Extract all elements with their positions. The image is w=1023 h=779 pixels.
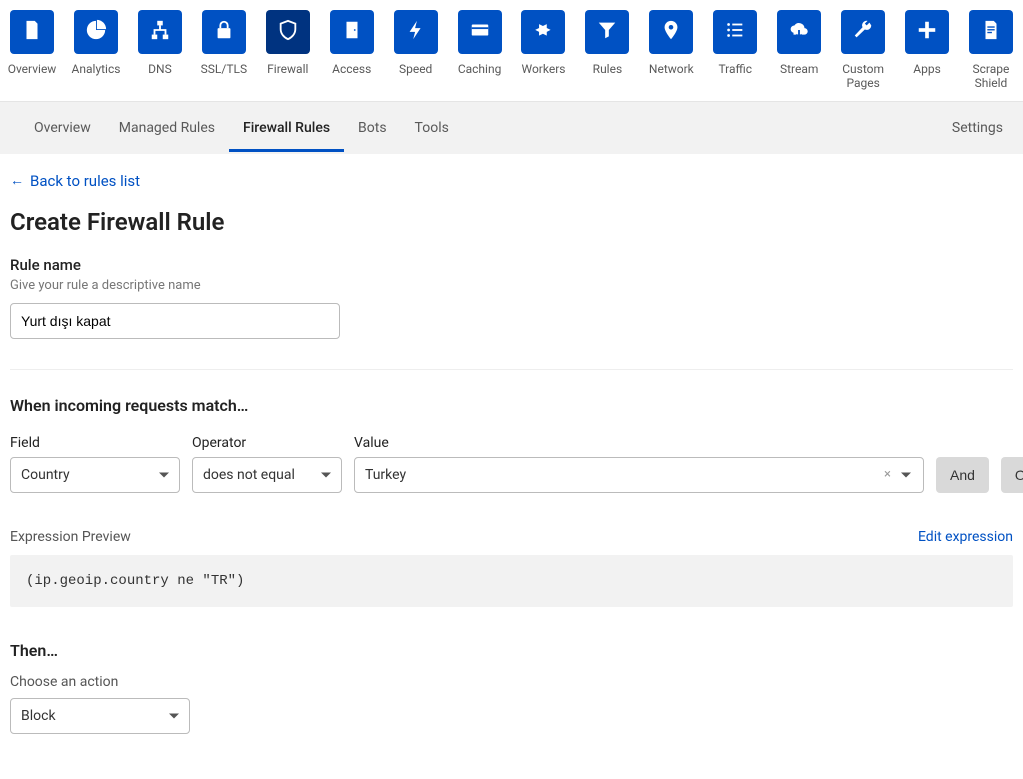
nav-scrape-shield-label: ScrapeShield (973, 62, 1010, 101)
nav-scrape-shield[interactable]: ScrapeShield (967, 10, 1015, 101)
lock-icon (213, 19, 235, 45)
nav-access[interactable]: Access (328, 10, 376, 101)
nav-speed[interactable]: Speed (392, 10, 440, 101)
expression-preview-label: Expression Preview (10, 529, 131, 545)
operator-label: Operator (192, 435, 342, 451)
rule-name-input[interactable] (10, 303, 340, 339)
nav-overview[interactable]: Overview (8, 10, 56, 101)
value-label: Value (354, 435, 924, 451)
nav-network[interactable]: Network (647, 10, 695, 101)
tree-icon (149, 19, 171, 45)
or-button[interactable]: Or (1001, 457, 1023, 493)
then-heading: Then… (10, 641, 1013, 660)
nav-custom-pages[interactable]: CustomPages (839, 10, 887, 101)
nav-workers[interactable]: Workers (520, 10, 568, 101)
pie-icon (85, 19, 107, 45)
expression-preview: (ip.geoip.country ne "TR") (10, 555, 1013, 607)
cloud-icon (788, 19, 810, 45)
action-select[interactable]: Block (10, 698, 190, 734)
nav-custom-pages-label: CustomPages (842, 62, 884, 101)
value-select[interactable]: Turkey × (354, 457, 924, 493)
nav-firewall[interactable]: Firewall (264, 10, 312, 101)
tab-bots[interactable]: Bots (344, 104, 401, 152)
door-icon (341, 19, 363, 45)
rule-name-help: Give your rule a descriptive name (10, 278, 1013, 293)
back-to-rules-link[interactable]: ← Back to rules list (10, 172, 1013, 190)
funnel-icon (596, 19, 618, 45)
operator-select[interactable]: does not equal (192, 457, 342, 493)
nav-caching[interactable]: Caching (456, 10, 504, 101)
field-select[interactable]: Country (10, 457, 180, 493)
nav-stream[interactable]: Stream (775, 10, 823, 101)
back-link-label: Back to rules list (30, 172, 140, 190)
list-icon (724, 19, 746, 45)
rule-builder-row: Field Country Operator does not equal Va… (10, 435, 1013, 493)
tab-firewall-rules[interactable]: Firewall Rules (229, 104, 344, 152)
divider (10, 369, 1013, 370)
top-nav: Overview Analytics DNS SSL/TLS Firewall … (0, 0, 1023, 102)
page-title: Create Firewall Rule (10, 208, 1013, 236)
hex-icon (532, 19, 554, 45)
match-heading: When incoming requests match… (10, 396, 1013, 415)
tab-overview[interactable]: Overview (20, 104, 105, 152)
nav-rules[interactable]: Rules (583, 10, 631, 101)
shield-icon (277, 19, 299, 45)
nav-traffic[interactable]: Traffic (711, 10, 759, 101)
nav-ssl-tls[interactable]: SSL/TLS (200, 10, 248, 101)
nav-analytics[interactable]: Analytics (72, 10, 120, 101)
doc-icon (980, 19, 1002, 45)
arrow-left-icon: ← (10, 172, 24, 189)
tab-managed-rules[interactable]: Managed Rules (105, 104, 229, 152)
pin-icon (660, 19, 682, 45)
clipboard-icon (21, 19, 43, 45)
content-area: ← Back to rules list Create Firewall Rul… (0, 154, 1023, 774)
nav-dns[interactable]: DNS (136, 10, 184, 101)
action-label: Choose an action (10, 674, 1013, 690)
sub-nav: Overview Managed Rules Firewall Rules Bo… (0, 102, 1023, 154)
field-label: Field (10, 435, 180, 451)
and-button[interactable]: And (936, 457, 989, 493)
edit-expression-link[interactable]: Edit expression (918, 529, 1013, 545)
clear-value-icon[interactable]: × (884, 467, 891, 482)
tab-settings[interactable]: Settings (952, 104, 1003, 152)
wrench-icon (852, 19, 874, 45)
card-icon (469, 19, 491, 45)
nav-apps[interactable]: Apps (903, 10, 951, 101)
rule-name-label: Rule name (10, 256, 1013, 274)
bolt-icon (405, 19, 427, 45)
plus-icon (916, 19, 938, 45)
tab-tools[interactable]: Tools (401, 104, 463, 152)
